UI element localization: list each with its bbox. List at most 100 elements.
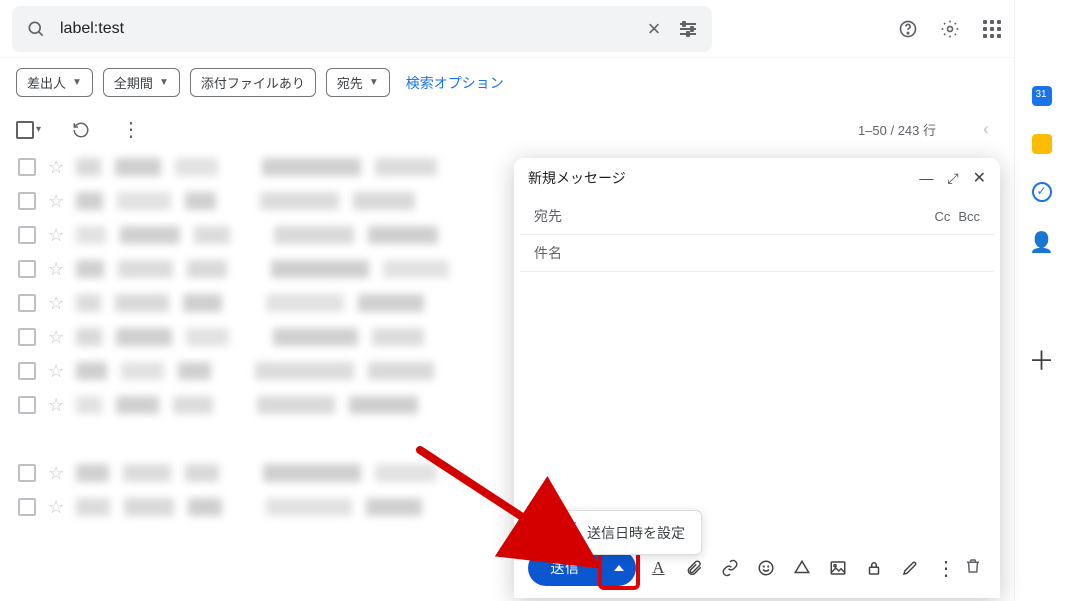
minimize-icon[interactable]: — [919,170,933,186]
blurred-sender [188,498,222,516]
blurred-sender [123,464,171,482]
row-checkbox[interactable] [18,362,36,380]
row-checkbox[interactable] [18,464,36,482]
blurred-sender [186,328,229,346]
clear-search-icon[interactable]: × [644,19,664,39]
apps-icon[interactable] [982,19,1002,39]
more-icon[interactable]: ⋮ [121,120,141,140]
star-icon[interactable]: ☆ [48,225,64,246]
search-input[interactable] [60,20,630,38]
emoji-icon[interactable] [756,557,776,579]
compose-bcc-link[interactable]: Bcc [958,209,980,224]
blurred-sender [76,328,101,346]
row-checkbox[interactable] [18,294,36,312]
blurred-subject [358,294,424,312]
compose-cc-link[interactable]: Cc [934,209,950,224]
star-icon[interactable]: ☆ [48,395,64,416]
image-icon[interactable] [828,557,848,579]
blurred-sender [76,226,106,244]
prev-page-icon[interactable]: ‹ [974,119,998,140]
send-more-button[interactable] [602,550,636,586]
blurred-subject [266,498,352,516]
row-checkbox[interactable] [18,498,36,516]
star-icon[interactable]: ☆ [48,497,64,518]
attach-icon[interactable] [684,557,704,579]
blurred-sender [76,396,101,414]
blurred-subject [262,158,361,176]
compose-title: 新規メッセージ [528,168,905,188]
refresh-icon[interactable] [71,120,91,140]
format-icon[interactable]: A [648,557,668,579]
blurred-subject [372,328,424,346]
star-icon[interactable]: ☆ [48,259,64,280]
compose-subject-row[interactable]: 件名 [520,235,994,272]
row-checkbox[interactable] [18,158,36,176]
blurred-sender [76,362,107,380]
more-options-icon[interactable]: ⋮ [936,557,956,579]
blurred-sender [76,158,101,176]
blurred-sender [124,498,174,516]
blurred-subject [383,260,449,278]
link-icon[interactable] [720,557,740,579]
blurred-sender [116,328,172,346]
star-icon[interactable]: ☆ [48,361,64,382]
row-checkbox[interactable] [18,396,36,414]
row-checkbox[interactable] [18,260,36,278]
filter-chip-bar: 差出人▼ 全期間▼ 添付ファイルあり 宛先 ▼ 検索オプション [0,58,1068,119]
blurred-sender [76,464,109,482]
row-checkbox[interactable] [18,328,36,346]
fullscreen-icon[interactable]: ⤢ [947,170,958,187]
blurred-subject [353,192,414,210]
compose-body[interactable] [514,272,1000,542]
schedule-send-popup[interactable]: 送信日時を設定 [540,510,702,555]
help-icon[interactable] [898,19,918,39]
select-all-checkbox[interactable] [16,121,34,139]
contacts-app-icon[interactable]: 👤 [1029,230,1054,255]
row-checkbox[interactable] [18,192,36,210]
send-button-group: 送信 [528,550,620,586]
tune-icon[interactable] [678,19,698,39]
blurred-sender [173,396,213,414]
chip-attachment-label: 添付ファイルあり [201,73,305,92]
page-indicator: 1–50 / 243 行 [858,120,936,139]
add-addon-icon[interactable]: ＋ [1028,341,1054,378]
blurred-sender [178,362,212,380]
discard-icon[interactable] [964,557,982,580]
send-button[interactable]: 送信 [528,550,602,586]
search-options-link[interactable]: 検索オプション [400,73,504,93]
signature-icon[interactable] [900,557,920,579]
confidential-icon[interactable] [864,557,884,579]
blurred-subject [368,226,437,244]
chip-to[interactable]: 宛先 ▼ [326,68,390,97]
star-icon[interactable]: ☆ [48,463,64,484]
row-checkbox[interactable] [18,226,36,244]
blurred-subject [271,260,369,278]
blurred-subject [274,226,354,244]
star-icon[interactable]: ☆ [48,327,64,348]
calendar-app-icon[interactable]: 31 [1032,86,1052,106]
blurred-subject [260,192,339,210]
search-icon [26,19,46,39]
chip-attachment[interactable]: 添付ファイルあり [190,68,316,97]
star-icon[interactable]: ☆ [48,157,64,178]
settings-icon[interactable] [940,19,960,39]
chevron-down-icon: ▼ [369,77,379,88]
compose-to-row[interactable]: 宛先 Cc Bcc [520,198,994,235]
chevron-down-icon: ▼ [159,77,169,88]
chip-to-label: 宛先 [337,73,363,92]
chip-from[interactable]: 差出人▼ [16,68,93,97]
blurred-sender [120,226,179,244]
star-icon[interactable]: ☆ [48,191,64,212]
chevron-down-icon[interactable]: ▾ [36,124,41,135]
chip-period[interactable]: 全期間▼ [103,68,180,97]
drive-icon[interactable] [792,557,812,579]
select-all[interactable]: ▾ [16,121,41,139]
blurred-sender [116,396,159,414]
close-icon[interactable]: ✕ [973,168,986,188]
tasks-app-icon[interactable]: ✓ [1032,182,1052,202]
blurred-subject [255,362,354,380]
keep-app-icon[interactable] [1032,134,1052,154]
blurred-sender [76,192,103,210]
search-bar[interactable]: × [12,6,712,52]
star-icon[interactable]: ☆ [48,293,64,314]
